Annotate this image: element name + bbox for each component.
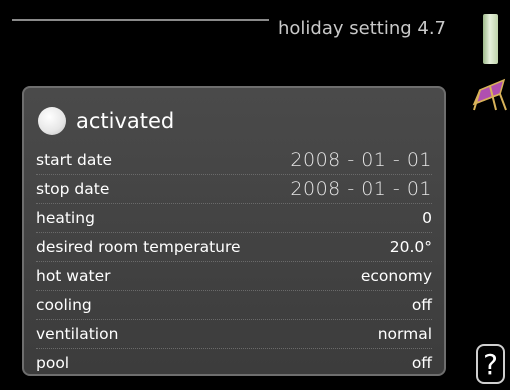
help-button[interactable]: ? <box>476 344 505 384</box>
setting-value[interactable]: 2008 - 01 - 01 <box>290 149 432 171</box>
setting-row-pool[interactable]: pool off <box>36 349 432 374</box>
deck-chair-icon <box>472 78 507 111</box>
setting-label: cooling <box>36 296 92 314</box>
setting-row-desired-room-temperature[interactable]: desired room temperature 20.0° <box>36 233 432 262</box>
header-divider <box>12 19 269 21</box>
setting-row-start-date[interactable]: start date 2008 - 01 - 01 <box>36 146 432 175</box>
activated-radio[interactable] <box>38 107 66 135</box>
activated-toggle[interactable]: activated <box>38 106 174 136</box>
holiday-settings-panel: activated start date 2008 - 01 - 01 stop… <box>22 86 446 376</box>
setting-row-heating[interactable]: heating 0 <box>36 204 432 233</box>
setting-value[interactable]: 0 <box>422 209 432 227</box>
settings-list: start date 2008 - 01 - 01 stop date 2008… <box>36 146 432 374</box>
setting-row-cooling[interactable]: cooling off <box>36 291 432 320</box>
setting-value[interactable]: off <box>412 296 432 314</box>
setting-row-stop-date[interactable]: stop date 2008 - 01 - 01 <box>36 175 432 204</box>
setting-row-ventilation[interactable]: ventilation normal <box>36 320 432 349</box>
setting-value[interactable]: 20.0° <box>390 238 432 256</box>
activated-label: activated <box>76 109 175 133</box>
scroll-indicator[interactable] <box>483 14 498 64</box>
setting-label: desired room temperature <box>36 238 241 256</box>
help-question-icon: ? <box>483 347 498 381</box>
setting-row-hot-water[interactable]: hot water economy <box>36 262 432 291</box>
setting-value[interactable]: 2008 - 01 - 01 <box>290 178 432 200</box>
setting-label: start date <box>36 151 112 169</box>
setting-label: ventilation <box>36 325 119 343</box>
setting-label: heating <box>36 209 95 227</box>
setting-value[interactable]: normal <box>378 325 432 343</box>
setting-value[interactable]: off <box>412 354 432 372</box>
page-title: holiday setting 4.7 <box>278 18 447 39</box>
setting-label: stop date <box>36 180 110 198</box>
setting-label: pool <box>36 354 70 372</box>
setting-label: hot water <box>36 267 111 285</box>
setting-value[interactable]: economy <box>361 267 432 285</box>
